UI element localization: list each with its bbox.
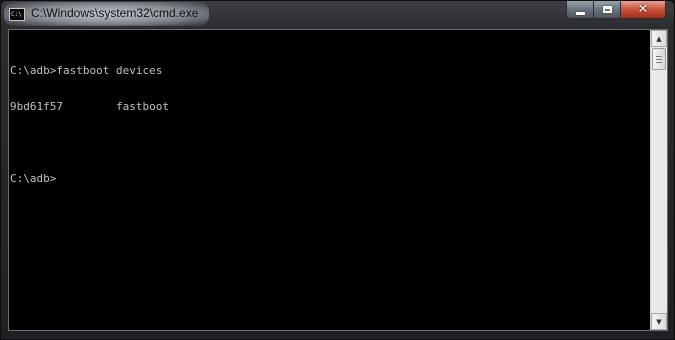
grip-line: [656, 59, 662, 60]
cmd-window: C:\ C:\Windows\system32\cmd.exe ✕ C:\adb…: [0, 0, 675, 340]
grip-line: [656, 56, 662, 57]
minimize-icon: [575, 11, 585, 15]
grip-line: [656, 62, 662, 63]
console-line: 9bd61f57 fastboot: [10, 100, 169, 113]
scroll-up-button[interactable]: ▲: [651, 30, 667, 47]
close-icon: ✕: [637, 2, 649, 17]
maximize-button[interactable]: [593, 1, 620, 19]
window-controls: ✕: [566, 1, 666, 20]
vertical-scrollbar[interactable]: ▲ ▼: [650, 30, 667, 330]
scroll-down-button[interactable]: ▼: [651, 313, 667, 330]
console-line: C:\adb>fastboot devices: [10, 64, 163, 77]
chevron-down-icon: ▼: [656, 317, 662, 326]
scrollbar-thumb[interactable]: [652, 48, 666, 70]
title-bar[interactable]: C:\ C:\Windows\system32\cmd.exe ✕: [1, 1, 674, 29]
minimize-button[interactable]: [566, 1, 593, 19]
console-client-area: C:\adb>fastboot devices 9bd61f57 fastboo…: [8, 29, 668, 331]
maximize-icon: [602, 6, 612, 13]
chevron-up-icon: ▲: [656, 34, 662, 43]
console-prompt-line[interactable]: C:\adb>: [10, 173, 651, 185]
close-button[interactable]: ✕: [620, 1, 666, 19]
window-title: C:\Windows\system32\cmd.exe: [31, 6, 199, 20]
console-output[interactable]: C:\adb>fastboot devices 9bd61f57 fastboo…: [9, 30, 651, 330]
console-app-icon[interactable]: C:\: [9, 8, 25, 21]
